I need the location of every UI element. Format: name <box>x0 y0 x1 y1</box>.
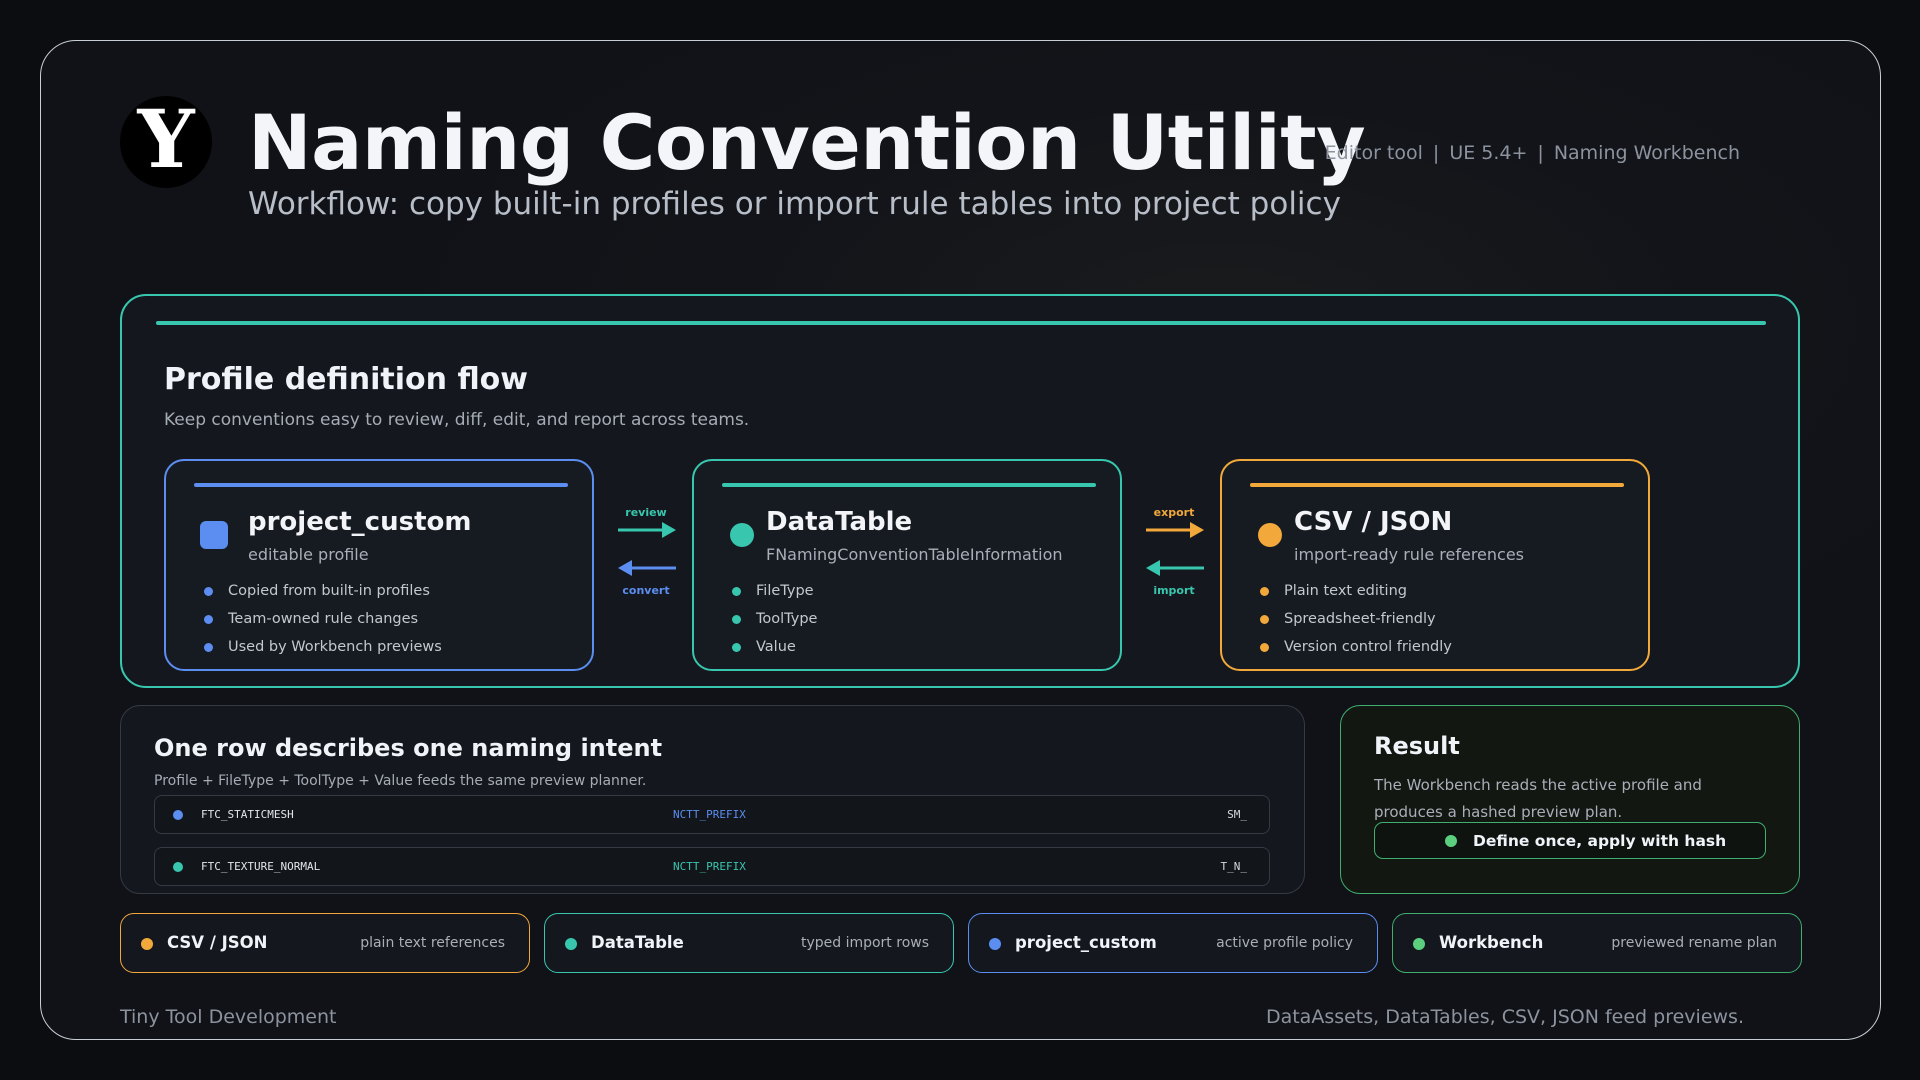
teal-dot-icon <box>565 938 577 950</box>
card-item-list: FileType ToolType Value <box>732 577 817 661</box>
logo-letter: Y <box>137 92 195 186</box>
page-subtitle: Workflow: copy built-in profiles or impo… <box>248 186 1341 222</box>
card-csv-json[interactable]: CSV / JSON import-ready rule references … <box>1220 459 1650 671</box>
card-accent-bar <box>194 483 568 487</box>
orange-dot-icon <box>141 938 153 950</box>
list-item: Spreadsheet-friendly <box>1260 605 1452 633</box>
row-value: SM_ <box>1227 808 1247 821</box>
connector-label-export: export <box>1153 506 1195 519</box>
chip-label: DataTable <box>591 933 684 952</box>
result-description: The Workbench reads the active profile a… <box>1374 776 1702 821</box>
naming-intent-panel: One row describes one naming intent Prof… <box>120 705 1305 894</box>
meta-separator: | <box>1432 142 1440 164</box>
profile-flow-panel: Profile definition flow Keep conventions… <box>120 294 1800 688</box>
green-dot-icon <box>1445 835 1457 847</box>
card-title: DataTable <box>766 507 913 537</box>
result-pill: Define once, apply with hash <box>1374 822 1766 859</box>
flow-title: Profile definition flow <box>164 362 528 397</box>
card-accent-bar <box>1250 483 1624 487</box>
arrow-right-icon <box>618 522 676 538</box>
list-item: Team-owned rule changes <box>204 605 442 633</box>
intent-description: Profile + FileType + ToolType + Value fe… <box>154 773 647 789</box>
result-pill-label: Define once, apply with hash <box>1473 832 1727 850</box>
legend-chip-project-custom[interactable]: project_custom active profile policy <box>968 913 1378 973</box>
result-panel: Result The Workbench reads the active pr… <box>1340 705 1800 894</box>
card-accent-bar <box>722 483 1096 487</box>
list-item: Used by Workbench previews <box>204 633 442 661</box>
footer-note: DataAssets, DataTables, CSV, JSON feed p… <box>1265 1006 1744 1028</box>
meta-separator: | <box>1537 142 1544 164</box>
list-item: Plain text editing <box>1260 577 1452 605</box>
arrow-left-icon <box>618 560 676 576</box>
row-filetype: FTC_TEXTURE_NORMAL <box>201 860 321 873</box>
result-title: Result <box>1374 732 1460 760</box>
panel-accent-bar <box>156 321 1766 325</box>
connector-review-convert: review convert <box>610 506 682 616</box>
list-item: ToolType <box>732 605 817 633</box>
card-subtitle: FNamingConventionTableInformation <box>766 545 1063 564</box>
arrow-left-icon <box>1146 560 1204 576</box>
meta-tool: Editor tool <box>1324 142 1423 164</box>
legend-chip-csv-json[interactable]: CSV / JSON plain text references <box>120 913 530 973</box>
connector-label-import: import <box>1153 584 1195 597</box>
meta-workbench: Naming Workbench <box>1553 142 1740 164</box>
meta-version: UE 5.4+ <box>1449 142 1528 164</box>
row-dot-icon <box>173 862 183 872</box>
row-tooltype: NCTT_PREFIX <box>673 808 746 821</box>
row-value: T_N_ <box>1220 860 1248 873</box>
chip-description: typed import rows <box>800 935 929 951</box>
page-title: Naming Convention Utility <box>248 98 1366 187</box>
card-title: CSV / JSON <box>1294 507 1453 537</box>
legend-chip-datatable[interactable]: DataTable typed import rows <box>544 913 954 973</box>
chip-label: project_custom <box>1015 933 1157 952</box>
table-row[interactable]: FTC_STATICMESH NCTT_PREFIX SM_ <box>154 795 1270 834</box>
connector-export-import: export import <box>1138 506 1210 616</box>
chip-label: Workbench <box>1439 933 1544 952</box>
teal-dot-icon <box>730 523 754 547</box>
flow-description: Keep conventions easy to review, diff, e… <box>164 410 750 430</box>
footer-credit: Tiny Tool Development <box>120 1006 337 1028</box>
card-subtitle: editable profile <box>248 545 369 564</box>
chip-description: previewed rename plan <box>1611 935 1777 951</box>
list-item: Copied from built-in profiles <box>204 577 442 605</box>
list-item: FileType <box>732 577 817 605</box>
chip-label: CSV / JSON <box>167 933 268 952</box>
connector-label-review: review <box>625 506 667 519</box>
chip-description: plain text references <box>360 935 505 951</box>
card-title: project_custom <box>248 507 472 537</box>
card-project-custom[interactable]: project_custom editable profile Copied f… <box>164 459 594 671</box>
card-subtitle: import-ready rule references <box>1294 545 1525 564</box>
chip-description: active profile policy <box>1216 935 1353 951</box>
row-filetype: FTC_STATICMESH <box>201 808 294 821</box>
intent-title: One row describes one naming intent <box>154 734 663 762</box>
table-row[interactable]: FTC_TEXTURE_NORMAL NCTT_PREFIX T_N_ <box>154 847 1270 886</box>
row-dot-icon <box>173 810 183 820</box>
card-datatable[interactable]: DataTable FNamingConventionTableInformat… <box>692 459 1122 671</box>
green-dot-icon <box>1413 938 1425 950</box>
legend-chip-workbench[interactable]: Workbench previewed rename plan <box>1392 913 1802 973</box>
blue-square-icon <box>200 521 228 549</box>
list-item: Value <box>732 633 817 661</box>
header-meta: Editor tool | UE 5.4+ | Naming Workbench <box>1325 142 1740 164</box>
row-tooltype: NCTT_PREFIX <box>673 860 746 873</box>
card-item-list: Plain text editing Spreadsheet-friendly … <box>1260 577 1452 661</box>
arrow-right-icon <box>1146 522 1204 538</box>
orange-dot-icon <box>1258 523 1282 547</box>
connector-label-convert: convert <box>622 584 670 597</box>
brand-logo: Y <box>120 96 212 188</box>
list-item: Version control friendly <box>1260 633 1452 661</box>
card-item-list: Copied from built-in profiles Team-owned… <box>204 577 442 661</box>
blue-dot-icon <box>989 938 1001 950</box>
